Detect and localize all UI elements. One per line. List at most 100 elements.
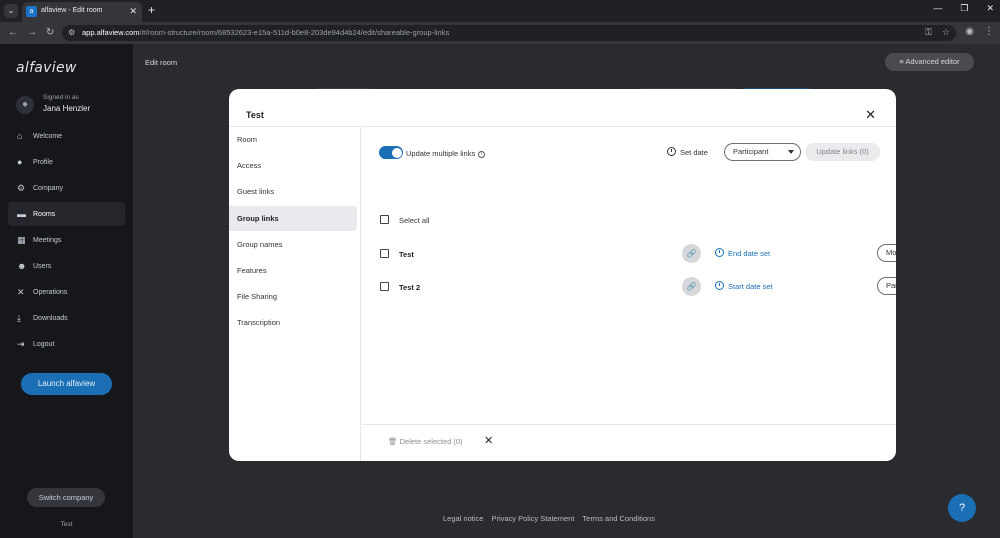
- menu-item-transcription[interactable]: Transcription: [229, 310, 357, 335]
- sidebar-item-meetings[interactable]: ▦ Meetings: [8, 228, 125, 252]
- clock-icon: [667, 147, 676, 156]
- menu-item-group-names[interactable]: Group names: [229, 232, 357, 257]
- menu-item-access[interactable]: Access: [229, 153, 357, 178]
- sidebar-nav: ⌂ Welcome ● Profile ⚙ Company ▬ Rooms ▦ Meeti…: [8, 124, 125, 358]
- download-icon: ⤓: [17, 312, 21, 323]
- reload-icon[interactable]: ↻: [46, 27, 54, 38]
- new-tab-icon[interactable]: +: [148, 3, 155, 17]
- sidebar: alfaview ● Signed in as Jana Henzler ⌂ We…: [0, 44, 133, 538]
- info-icon[interactable]: i: [478, 150, 486, 158]
- sidebar-item-operations[interactable]: ✕ Operations: [8, 280, 125, 304]
- toggle-label: Update multiple links i: [406, 149, 486, 158]
- url-text: app.alfaview.com/#/room-structure/room/6…: [82, 28, 449, 37]
- tab-title: alfaview - Edit room: [41, 7, 103, 14]
- close-icon[interactable]: ✕: [865, 107, 876, 123]
- date-link[interactable]: Start date set: [715, 281, 773, 291]
- browser-tabbar: ⌄ a alfaview - Edit room ✕ + — ❐ ✕: [0, 0, 1000, 22]
- toggle-knob: [391, 147, 402, 158]
- row-checkbox[interactable]: [380, 282, 389, 291]
- menu-item-file-sharing[interactable]: File Sharing: [229, 284, 357, 309]
- sidebar-item-company[interactable]: ⚙ Company: [8, 176, 125, 200]
- date-link-label: End date set: [728, 249, 771, 258]
- page-title: Edit room: [145, 58, 178, 67]
- set-date-label: Set date: [680, 148, 708, 157]
- minimize-icon[interactable]: —: [933, 3, 942, 14]
- gear-icon: ⚙: [17, 182, 26, 193]
- terms-link[interactable]: Terms and Conditions: [582, 514, 655, 523]
- sidebar-item-rooms[interactable]: ▬ Rooms: [8, 202, 125, 226]
- privacy-policy-link[interactable]: Privacy Policy Statement: [491, 514, 574, 523]
- sidebar-item-label: Users: [33, 262, 52, 270]
- logout-icon: ⇥: [17, 338, 25, 349]
- tab-search-icon[interactable]: ⌄: [4, 4, 18, 18]
- window-close-icon[interactable]: ✕: [986, 3, 994, 14]
- row-checkbox[interactable]: [380, 249, 389, 258]
- sidebar-item-label: Profile: [33, 158, 53, 166]
- menu-item-group-links[interactable]: Group links: [229, 206, 357, 231]
- brand-logo: alfaview: [16, 60, 77, 76]
- url-actions: ⚿ ☆: [925, 27, 950, 38]
- help-icon: ?: [958, 502, 966, 514]
- menu-item-guest-links[interactable]: Guest links: [229, 179, 357, 204]
- company-name: Test: [60, 521, 73, 528]
- home-icon: ⌂: [17, 131, 23, 141]
- sidebar-item-logout[interactable]: ⇥ Logout: [8, 332, 125, 356]
- back-icon[interactable]: ←: [8, 27, 18, 38]
- folder-icon: ▬: [17, 209, 26, 219]
- sidebar-item-label: Welcome: [33, 132, 63, 140]
- trash-icon: 🗑: [388, 437, 400, 446]
- menu-item-room[interactable]: Room: [229, 127, 357, 152]
- copy-link-button[interactable]: 🔗: [682, 277, 701, 296]
- clock-icon: [715, 281, 724, 290]
- select-all-checkbox[interactable]: [380, 215, 389, 224]
- person-icon: ●: [17, 157, 23, 167]
- sidebar-item-welcome[interactable]: ⌂ Welcome: [8, 124, 125, 148]
- menu-item-features[interactable]: Features: [229, 258, 357, 283]
- tools-icon[interactable]: ✕: [484, 434, 493, 447]
- sidebar-item-label: Company: [33, 184, 63, 192]
- page-scrollbar[interactable]: [992, 44, 1000, 538]
- copy-link-button[interactable]: 🔗: [682, 244, 701, 263]
- sidebar-item-label: Rooms: [33, 210, 56, 218]
- tab-close-icon[interactable]: ✕: [129, 6, 137, 17]
- delete-selected-button[interactable]: 🗑 Delete selected (0): [388, 437, 463, 446]
- calendar-icon: ▦: [17, 234, 26, 245]
- sidebar-item-label: Logout: [33, 340, 55, 348]
- select-all-label: Select all: [399, 216, 430, 225]
- restore-icon[interactable]: ❐: [960, 3, 968, 14]
- users-icon: ☻: [17, 261, 27, 271]
- role-select-value: Participant: [733, 147, 769, 156]
- sidebar-item-label: Meetings: [33, 236, 62, 244]
- sidebar-item-profile[interactable]: ● Profile: [8, 150, 125, 174]
- help-button[interactable]: ?: [948, 494, 976, 522]
- bookmark-star-icon[interactable]: ☆: [942, 27, 950, 38]
- date-link[interactable]: End date set: [715, 248, 770, 258]
- sidebar-item-users[interactable]: ☻ Users: [8, 254, 125, 278]
- tools-icon: ✕: [17, 286, 25, 297]
- browser-tab[interactable]: a alfaview - Edit room ✕: [22, 2, 142, 22]
- launch-alfaview-button[interactable]: Launch alfaview: [21, 373, 112, 395]
- switch-company-button[interactable]: Switch company: [27, 488, 105, 507]
- link-icon: 🔗: [686, 249, 697, 258]
- date-link-label: Start date set: [728, 282, 773, 291]
- row-role-select[interactable]: Participant: [877, 277, 896, 295]
- role-select[interactable]: Participant: [724, 143, 801, 161]
- advanced-editor-button[interactable]: ≡ Advanced editor: [885, 53, 974, 71]
- url-field[interactable]: ⚙ app.alfaview.com/#/room-structure/room…: [62, 25, 956, 41]
- forward-icon[interactable]: →: [27, 27, 37, 38]
- set-date-button[interactable]: Set date: [667, 147, 708, 157]
- update-multiple-links-toggle[interactable]: [379, 146, 403, 159]
- browser-addressbar: ← → ↻ ⚙ app.alfaview.com/#/room-structur…: [0, 22, 1000, 44]
- row-role-select[interactable]: Moderator: [877, 244, 896, 262]
- sidebar-item-downloads[interactable]: ⤓ Downloads: [8, 306, 125, 330]
- row-role-value: Moderator: [886, 248, 896, 257]
- group-links-panel: Update multiple links i Set date Particip…: [362, 127, 896, 461]
- browser-menu-icon[interactable]: ⋮: [984, 26, 994, 37]
- footer-links: Legal notice Privacy Policy Statement Te…: [443, 514, 655, 523]
- url-host: app.alfaview.com: [82, 28, 140, 37]
- update-links-button[interactable]: Update links (0): [805, 143, 880, 161]
- key-icon[interactable]: ⚿: [925, 27, 932, 38]
- legal-notice-link[interactable]: Legal notice: [443, 514, 483, 523]
- profile-icon[interactable]: ◉: [965, 26, 974, 37]
- site-info-icon[interactable]: ⚙: [68, 28, 75, 37]
